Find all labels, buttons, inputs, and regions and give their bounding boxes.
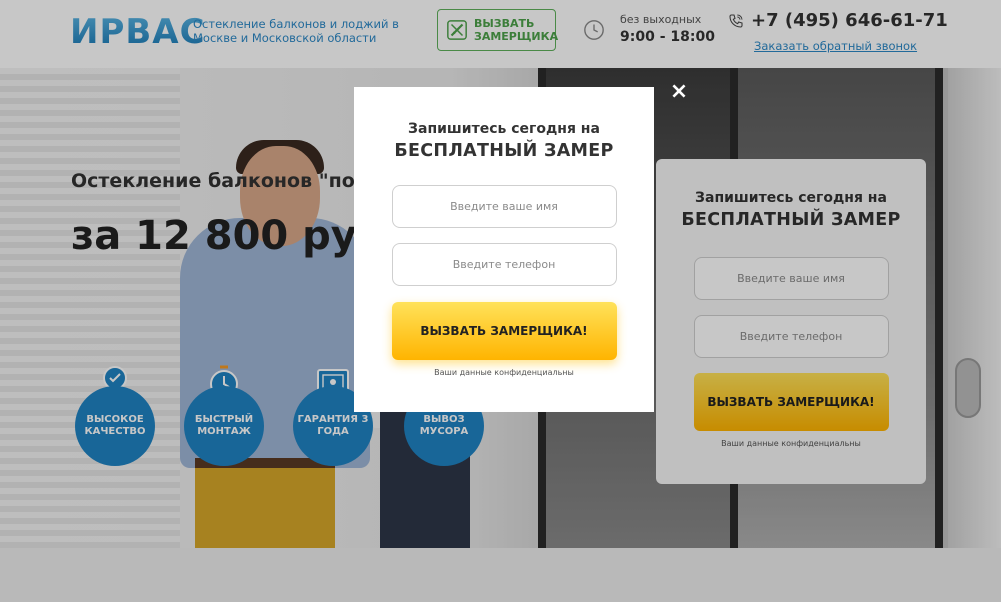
modal-subtitle: Запишитесь сегодня на: [408, 121, 600, 137]
modal-submit-button[interactable]: ВЫЗВАТЬ ЗАМЕРЩИКА!: [391, 302, 617, 360]
modal-title: БЕСПЛАТНЫЙ ЗАМЕР: [394, 141, 614, 161]
request-modal: Запишитесь сегодня на БЕСПЛАТНЫЙ ЗАМЕР В…: [354, 87, 654, 412]
modal-name-input[interactable]: [391, 185, 617, 228]
modal-privacy-note: Ваши данные конфиденциальны: [434, 368, 574, 377]
close-icon[interactable]: ×: [669, 81, 689, 103]
modal-phone-input[interactable]: [391, 243, 617, 286]
